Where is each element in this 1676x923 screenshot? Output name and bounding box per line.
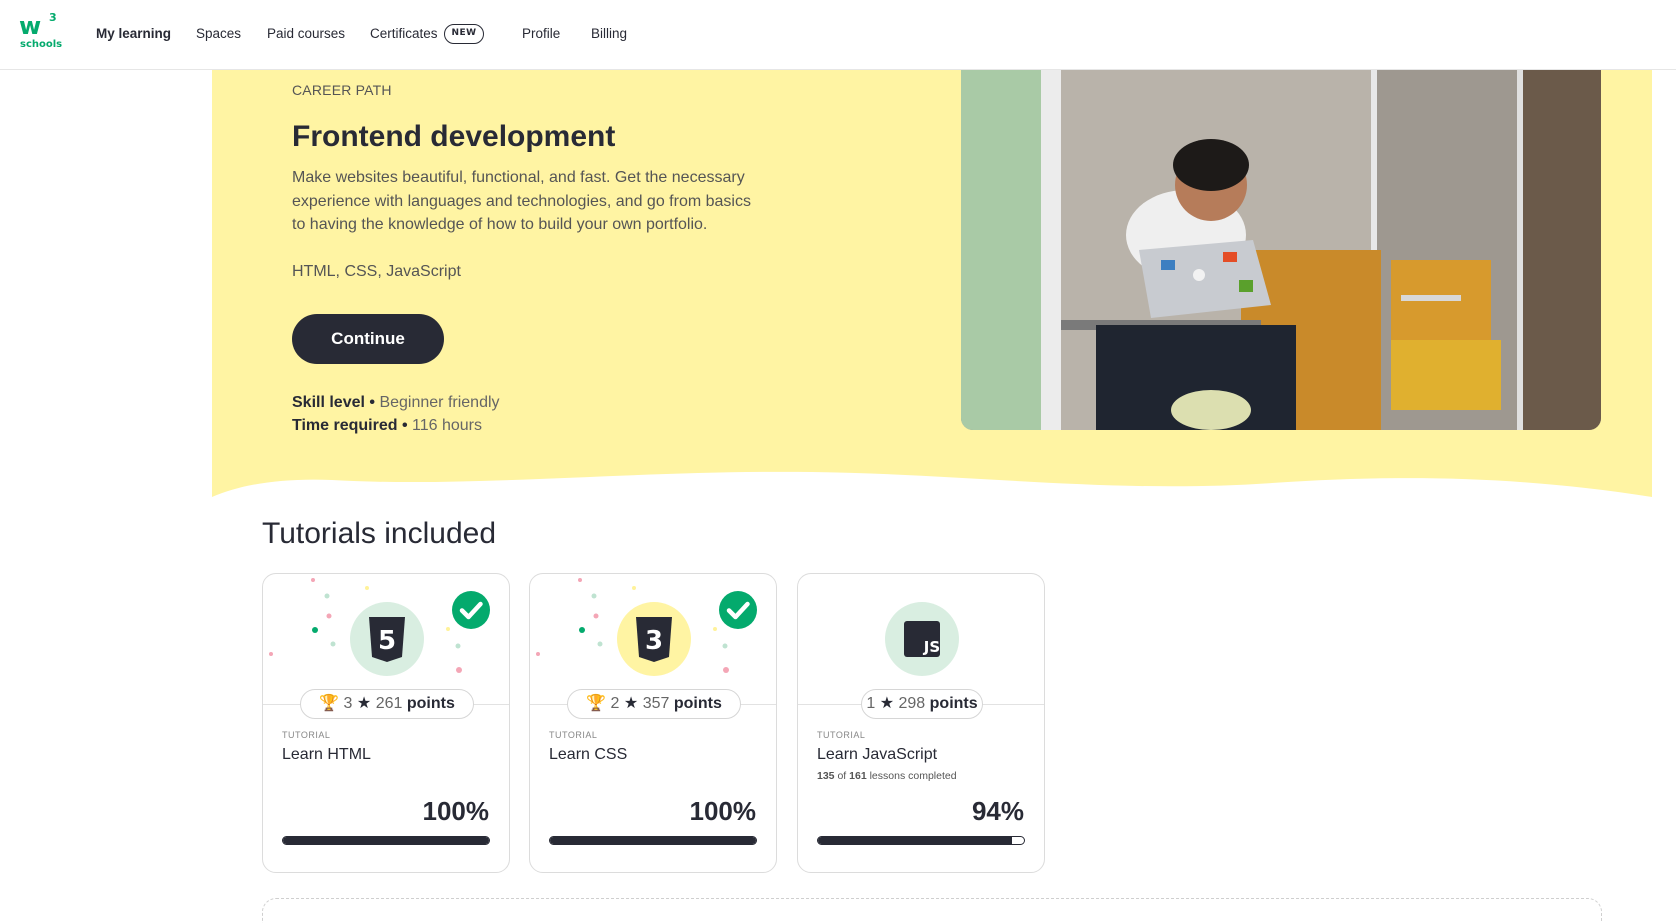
lessons-completed: 135 of 161 lessons completed <box>817 770 957 782</box>
nav-profile[interactable]: Profile <box>522 26 560 41</box>
javascript-icon-badge: JS <box>885 602 959 676</box>
progress-bar-fill <box>818 837 1012 844</box>
nav-certificates[interactable]: Certificates <box>370 26 438 41</box>
tutorial-type-label: TUTORIAL <box>549 730 598 740</box>
tutorial-type-label: TUTORIAL <box>282 730 331 740</box>
trophy-count: 2 <box>610 695 620 712</box>
lessons-suffix: lessons completed <box>869 770 957 782</box>
nav-paid-courses[interactable]: Paid courses <box>267 26 345 41</box>
nav-spaces[interactable]: Spaces <box>196 26 241 41</box>
trophy-count: 1 <box>866 695 876 712</box>
lessons-of: of <box>837 770 847 782</box>
tutorials-section-title: Tutorials included <box>262 517 497 550</box>
trophy-icon: 🏆 <box>319 695 340 712</box>
star-icon: ★ <box>356 695 372 712</box>
top-navigation: w 3 schools My learning Spaces Paid cour… <box>0 0 1676 70</box>
logo-mark: w <box>19 12 41 40</box>
skill-level-value: Beginner friendly <box>379 394 500 411</box>
points-label: points <box>406 695 455 712</box>
hero-technologies: HTML, CSS, JavaScript <box>292 263 461 280</box>
time-required-value: 116 hours <box>412 417 483 434</box>
svg-text:3: 3 <box>645 626 663 656</box>
skill-level: Skill level • Beginner friendly <box>292 394 500 412</box>
hero-photo <box>961 70 1601 430</box>
points-pill: 🏆 2 ★ 357 points <box>567 689 741 719</box>
star-icon: ★ <box>879 695 895 712</box>
progress-bar <box>549 836 757 845</box>
html5-icon-badge: 5 <box>350 602 424 676</box>
completed-check-icon <box>452 591 490 629</box>
tutorial-name: Learn JavaScript <box>817 746 938 763</box>
time-required: Time required • 116 hours <box>292 417 482 435</box>
star-icon: ★ <box>623 695 639 712</box>
points-pill: 🏆 3 ★ 261 points <box>300 689 474 719</box>
hero-title: Frontend development <box>292 120 616 153</box>
tutorial-card-javascript[interactable]: JS 1 ★ 298 points TUTORIAL Learn JavaScr… <box>797 573 1045 873</box>
tutorial-card-html[interactable]: 5 🏆 3 ★ 261 points TUTORIAL Learn HTML 1… <box>262 573 510 873</box>
points-value: 357 <box>642 695 670 712</box>
css3-icon-badge: 3 <box>617 602 691 676</box>
tutorial-name: Learn CSS <box>549 746 628 763</box>
progress-bar-fill <box>550 837 756 844</box>
nav-billing[interactable]: Billing <box>591 26 627 41</box>
lessons-done-count: 135 <box>817 770 835 782</box>
next-section-placeholder <box>262 898 1602 923</box>
points-label: points <box>673 695 722 712</box>
points-pill: 1 ★ 298 points <box>861 689 983 719</box>
progress-bar-fill <box>283 837 489 844</box>
progress-bar <box>817 836 1025 845</box>
hero-description: Make websites beautiful, functional, and… <box>292 169 751 233</box>
progress-percent: 100% <box>689 796 757 826</box>
continue-button[interactable]: Continue <box>292 314 444 364</box>
tutorial-card-css[interactable]: 3 🏆 2 ★ 357 points TUTORIAL Learn CSS 10… <box>529 573 777 873</box>
nav-my-learning[interactable]: My learning <box>96 26 171 41</box>
separator-dot: • <box>369 394 375 411</box>
points-value: 298 <box>898 695 926 712</box>
progress-percent: 94% <box>971 796 1024 826</box>
points-label: points <box>929 695 978 712</box>
career-path-label: CAREER PATH <box>292 82 392 98</box>
tutorial-name: Learn HTML <box>282 746 371 763</box>
separator-dot: • <box>401 417 408 434</box>
progress-bar <box>282 836 490 845</box>
lessons-total-count: 161 <box>849 770 867 782</box>
completed-check-icon <box>719 591 757 629</box>
svg-text:JS: JS <box>923 638 940 656</box>
w3schools-logo[interactable]: w 3 schools <box>18 12 62 52</box>
tutorial-type-label: TUTORIAL <box>817 730 866 740</box>
logo-wordmark: schools <box>20 39 63 50</box>
trophy-count: 3 <box>343 695 353 712</box>
points-value: 261 <box>375 695 403 712</box>
trophy-icon: 🏆 <box>586 695 607 712</box>
new-badge: NEW <box>444 24 484 44</box>
time-required-label: Time required <box>292 417 398 434</box>
progress-percent: 100% <box>422 796 490 826</box>
svg-text:5: 5 <box>378 626 396 656</box>
logo-superscript: 3 <box>49 11 57 24</box>
skill-level-label: Skill level <box>292 394 365 411</box>
